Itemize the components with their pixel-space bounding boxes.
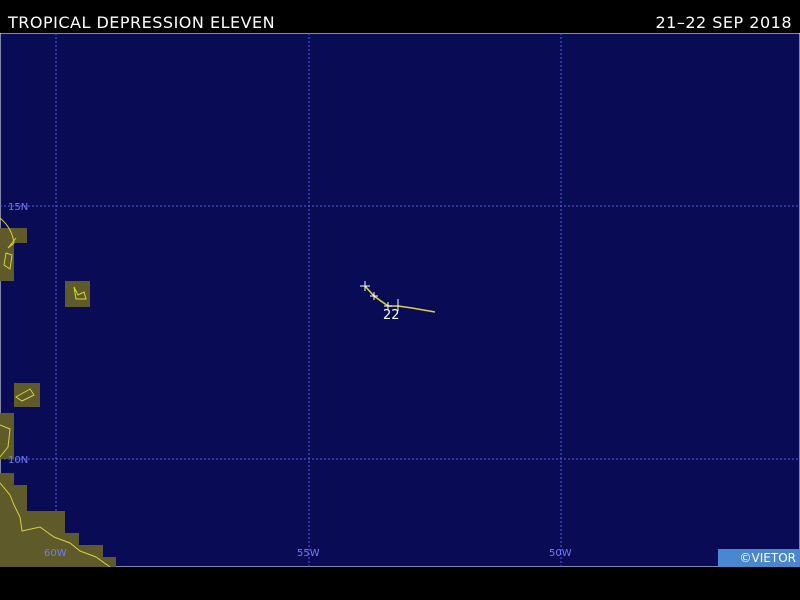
storm-title: TROPICAL DEPRESSION ELEVEN: [8, 13, 276, 32]
storm-track-map: 15N 10N 60W 55W 50W 22: [0, 33, 800, 567]
credit-badge: ©VIETOR: [718, 549, 800, 567]
date-range: 21–22 SEP 2018: [655, 13, 792, 32]
lon-label-55w: 55W: [297, 548, 320, 559]
lat-label-15n: 15N: [8, 202, 28, 213]
lat-label-10n: 10N: [8, 455, 28, 466]
ocean-background: [0, 33, 800, 567]
lon-label-50w: 50W: [549, 548, 572, 559]
track-day-label: 22: [383, 308, 400, 323]
lon-label-60w: 60W: [44, 548, 67, 559]
